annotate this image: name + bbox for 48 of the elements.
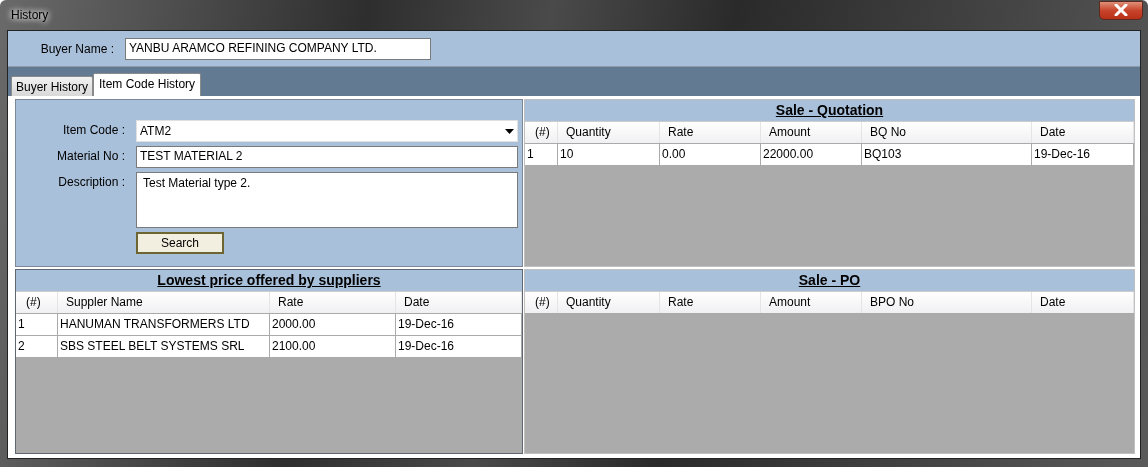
table-cell: 1 xyxy=(525,144,558,165)
table-cell: 22000.00 xyxy=(761,144,862,165)
table-cell: SBS STEEL BELT SYSTEMS SRL xyxy=(58,336,270,357)
column-header[interactable]: Rate xyxy=(660,122,761,143)
table-cell: 19-Dec-16 xyxy=(396,336,522,357)
column-header[interactable]: Quantity xyxy=(558,122,660,143)
table-title: Sale - Quotation xyxy=(525,100,1134,122)
column-header[interactable]: (#) xyxy=(16,292,58,313)
buyer-name-field[interactable]: YANBU ARAMCO REFINING COMPANY LTD. xyxy=(125,37,431,60)
table-cell: HANUMAN TRANSFORMERS LTD xyxy=(58,314,270,335)
close-button[interactable] xyxy=(1099,0,1143,20)
material-no-label: Material No : xyxy=(55,148,125,163)
column-header[interactable]: BQ No xyxy=(862,122,1032,143)
table-cell: 10 xyxy=(558,144,660,165)
search-button[interactable]: Search xyxy=(136,232,224,254)
column-header[interactable]: (#) xyxy=(525,292,558,313)
table-cell: 1 xyxy=(16,314,58,335)
table-cell: 2000.00 xyxy=(270,314,396,335)
column-header[interactable]: Suppler Name xyxy=(58,292,270,313)
table-cell: 0.00 xyxy=(660,144,761,165)
table-cell: 2100.00 xyxy=(270,336,396,357)
window-title: History xyxy=(10,7,50,22)
column-header[interactable]: Amount xyxy=(761,122,862,143)
column-header[interactable]: Quantity xyxy=(558,292,660,313)
close-icon xyxy=(1114,4,1128,16)
table-cell: BQ103 xyxy=(862,144,1032,165)
column-header[interactable]: BPO No xyxy=(862,292,1032,313)
tab[interactable]: Buyer History xyxy=(11,76,94,96)
table-title: Lowest price offered by suppliers xyxy=(16,270,522,292)
column-header[interactable]: Date xyxy=(1032,292,1134,313)
column-header[interactable]: Amount xyxy=(761,292,862,313)
description-field[interactable]: Test Material type 2. xyxy=(136,172,518,228)
table-cell: 19-Dec-16 xyxy=(1032,144,1134,165)
column-header[interactable]: Date xyxy=(396,292,522,313)
column-header[interactable]: Date xyxy=(1032,122,1134,143)
dropdown-arrow-icon xyxy=(505,128,514,134)
material-no-field[interactable]: TEST MATERIAL 2 xyxy=(136,146,518,168)
table-cell: 2 xyxy=(16,336,58,357)
column-header[interactable]: Rate xyxy=(660,292,761,313)
table-cell: 19-Dec-16 xyxy=(396,314,522,335)
description-label: Description : xyxy=(57,174,125,189)
item-code-dropdown[interactable]: ATM2 xyxy=(136,120,518,142)
column-header[interactable]: (#) xyxy=(525,122,558,143)
table-title: Sale - PO xyxy=(525,270,1134,292)
column-header[interactable]: Rate xyxy=(270,292,396,313)
item-code-label: Item Code : xyxy=(61,122,125,137)
tab[interactable]: Item Code History xyxy=(93,73,202,96)
buyer-name-label: Buyer Name : xyxy=(39,41,114,56)
